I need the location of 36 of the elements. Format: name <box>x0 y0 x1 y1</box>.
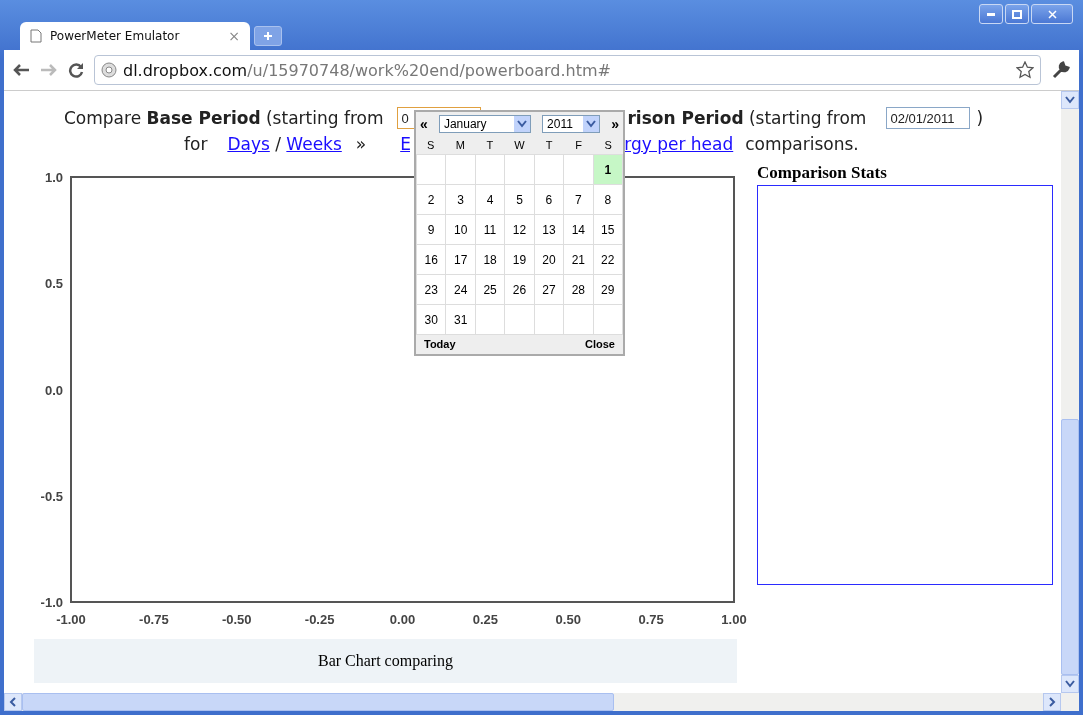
base-period-label: Base Period <box>146 108 261 128</box>
x-tick-label: -1.00 <box>56 612 86 627</box>
arrow-text: » <box>355 134 367 154</box>
tab-title: PowerMeter Emulator <box>50 29 181 43</box>
comparisons-text: comparisons. <box>745 134 859 154</box>
weekday-label: S <box>603 138 613 153</box>
weekday-label: T <box>485 138 495 153</box>
x-tick-label: 0.25 <box>472 612 499 627</box>
stats-title: Comparison Stats <box>757 163 888 184</box>
y-tick-label: 1.0 <box>44 170 63 185</box>
x-tick-label: -0.75 <box>139 612 169 627</box>
starting-text: (starting from <box>266 108 384 128</box>
y-tick-label: 0.5 <box>44 276 63 292</box>
for-text: for <box>184 134 208 154</box>
weekday-label: F <box>574 138 583 153</box>
weekday-label: T <box>544 138 554 153</box>
slash-text: / <box>274 134 282 154</box>
y-tick-label: 0.0 <box>44 382 63 398</box>
x-tick-label: 0.75 <box>638 612 664 627</box>
x-tick-label: -0.50 <box>221 612 252 627</box>
compare-text: Compare <box>64 108 142 128</box>
x-tick-label: 0.00 <box>389 612 416 627</box>
chart-caption: Bar Chart comparing <box>34 639 737 683</box>
close-paren: ) <box>976 108 984 128</box>
x-tick-label: 1.00 <box>721 612 747 627</box>
url-path: /u/15970748/work%20end/powerboard.htm# <box>247 60 611 80</box>
x-tick-label: 0.50 <box>555 612 581 627</box>
weekday-label: W <box>513 138 526 153</box>
weekday-label: M <box>454 138 466 153</box>
y-tick-label: -0.5 <box>40 488 63 504</box>
weekday-label: S <box>426 138 436 153</box>
y-tick-label: -1.0 <box>40 595 63 610</box>
starting-text: (starting from <box>748 108 867 128</box>
url-host: dl.dropbox.com <box>123 60 248 80</box>
x-tick-label: -0.25 <box>304 612 335 627</box>
comparison-period-label: rison Period <box>627 108 744 128</box>
